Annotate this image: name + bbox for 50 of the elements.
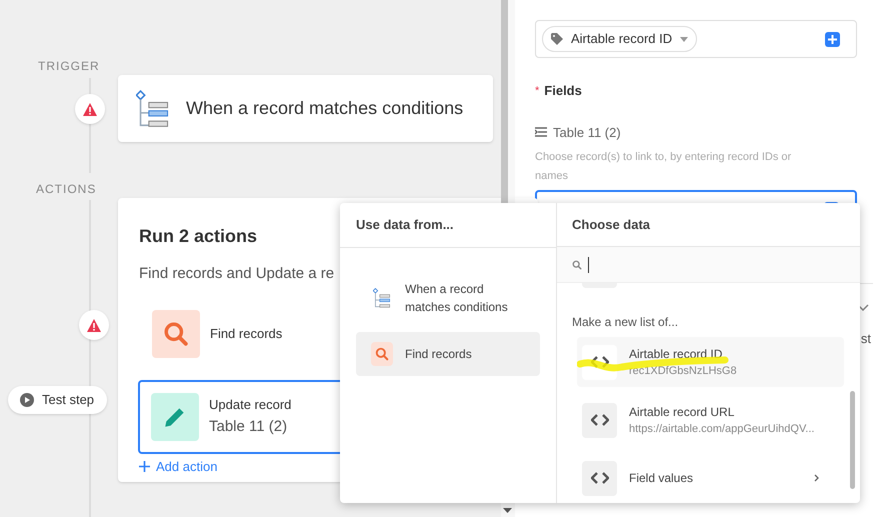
chevron-down-icon — [857, 304, 869, 311]
search-field[interactable] — [557, 246, 860, 284]
caret-down-icon — [502, 508, 512, 513]
plus-icon — [139, 460, 150, 472]
link-list-icon — [535, 127, 547, 138]
test-step-button[interactable]: Test step — [8, 386, 107, 414]
section-label: TRIGGER — [38, 58, 100, 75]
search-icon — [163, 320, 189, 346]
data-option[interactable]: Field values — [577, 453, 844, 503]
code-icon — [590, 472, 608, 484]
warning-icon — [83, 102, 97, 116]
data-option[interactable]: Airtable record URL https://airtable.com/appGeurUihdQV... — [577, 395, 844, 445]
card-description: Find records and Update a re — [139, 264, 336, 284]
add-button[interactable] — [825, 32, 840, 46]
source-label: Find records — [405, 346, 473, 363]
text-cursor — [588, 256, 589, 273]
step-title: Find records — [210, 324, 282, 343]
section-title: Fields — [544, 82, 582, 100]
search-icon — [375, 347, 389, 361]
field-help: Choose record(s) to link to, by entering record IDs or names — [535, 150, 792, 184]
search-icon — [572, 260, 582, 270]
tag-icon — [551, 33, 563, 45]
record-id-field[interactable]: Airtable record ID — [535, 20, 857, 58]
play-icon — [20, 393, 34, 407]
option-value: https://airtable.com/appGeurUihdQV... — [629, 422, 816, 437]
option-label: Airtable record URL — [629, 404, 736, 421]
step-subtitle: Table 11 (2) — [209, 417, 288, 437]
code-icon — [590, 414, 608, 426]
step-title: Update record — [209, 396, 292, 414]
section-label: ACTIONS — [36, 181, 96, 198]
tree-icon — [373, 288, 391, 308]
field-chip[interactable]: Airtable record ID — [542, 26, 698, 52]
chevron-right-icon — [814, 474, 819, 482]
option-text: st — [860, 330, 871, 348]
list-heading: Make a new list of... — [571, 314, 680, 331]
add-action-link[interactable]: Add action — [139, 456, 218, 476]
trigger-title: When a record matches conditions — [186, 97, 464, 120]
panel-header: Use data from... — [340, 203, 556, 248]
option-value: rec1XDfGbsNzLHsG8 — [629, 364, 738, 379]
caret-down-icon — [680, 36, 688, 42]
field-label: Table 11 (2) — [553, 124, 621, 142]
option-label: Field values — [629, 470, 694, 487]
required-mark: * — [535, 84, 540, 98]
tree-icon — [136, 90, 170, 128]
trigger-card[interactable]: When a record matches conditions — [118, 75, 493, 142]
card-title: Run 2 actions — [139, 226, 258, 246]
plus-icon — [828, 34, 837, 44]
source-label: When a record matches conditions — [405, 281, 509, 316]
warning-icon — [87, 318, 101, 332]
source-item[interactable]: Find records — [356, 332, 540, 376]
